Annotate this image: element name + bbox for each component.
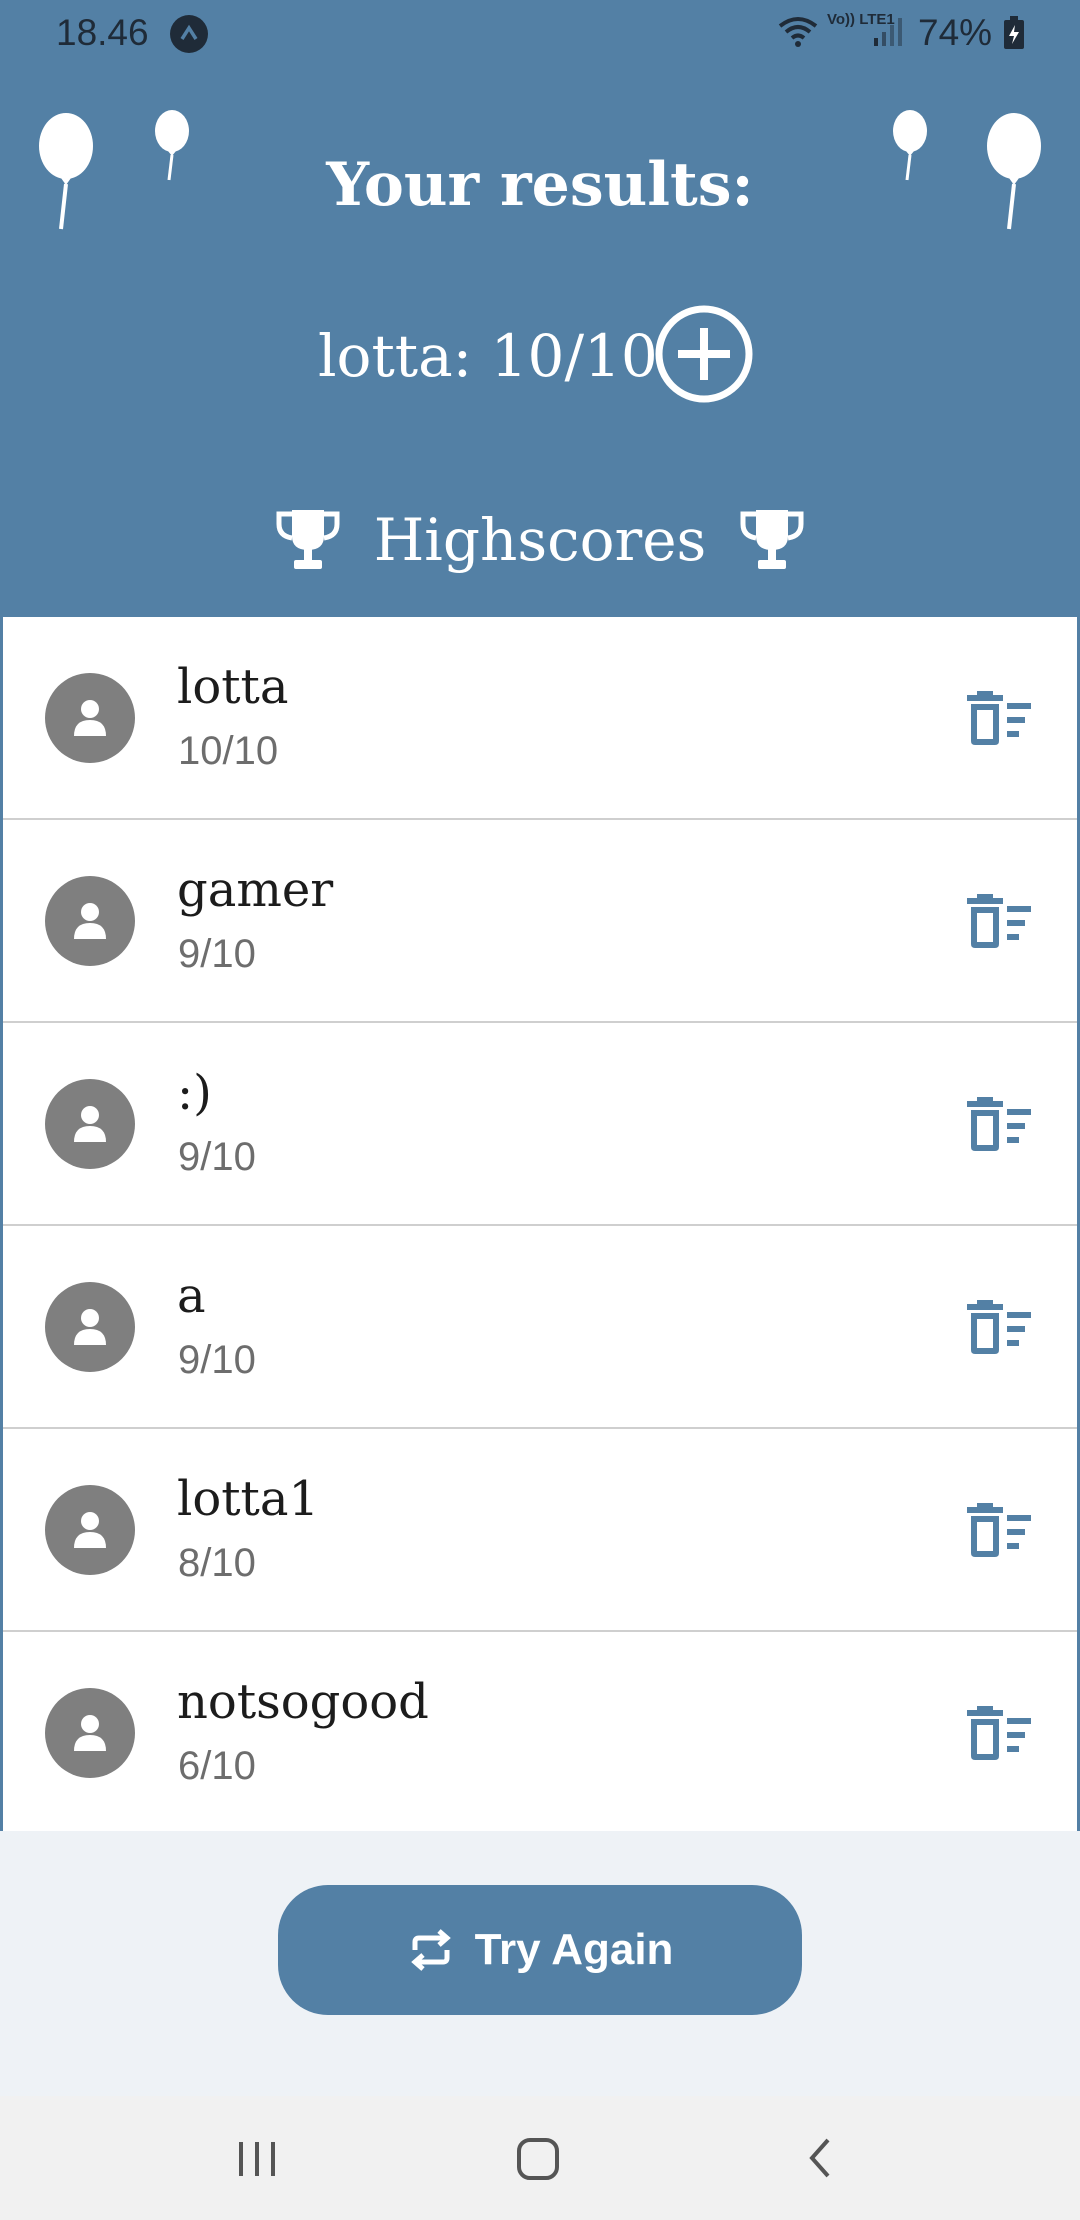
player-name: lotta — [177, 659, 289, 715]
player-name: a — [177, 1268, 206, 1324]
signal-icon — [874, 18, 902, 46]
app-notification-icon — [170, 15, 208, 53]
battery-charging-icon — [1004, 16, 1024, 49]
delete-sweep-icon[interactable] — [965, 1097, 1033, 1153]
recent-apps-icon[interactable] — [234, 2134, 280, 2182]
player-score: 6/10 — [178, 1744, 256, 1788]
highscore-list[interactable]: lotta 10/10 gamer 9/10:) 9/10 a 9/10 lotta1 8/10… — [0, 617, 1080, 1831]
battery-percent: 74% — [918, 12, 993, 53]
delete-sweep-icon[interactable] — [965, 1300, 1033, 1356]
avatar — [45, 1282, 135, 1372]
player-name: notsogood — [177, 1674, 429, 1730]
person-icon — [74, 1715, 106, 1751]
delete-sweep-icon[interactable] — [965, 1503, 1033, 1559]
plus-circle-icon[interactable] — [654, 304, 754, 404]
results-title: Your results: — [326, 150, 754, 220]
list-item: notsogood 6/10 — [3, 1632, 1077, 1831]
player-score: 9/10 — [178, 1135, 256, 1179]
list-item: :) 9/10 — [3, 1023, 1077, 1226]
person-icon — [74, 1309, 106, 1345]
highscores-label: Highscores — [373, 506, 707, 574]
home-icon[interactable] — [514, 2134, 562, 2182]
wifi-icon — [778, 17, 818, 47]
try-again-label: Try Again — [474, 1925, 674, 1974]
status-time: 18.46 — [56, 12, 149, 53]
player-name: gamer — [177, 862, 334, 918]
player-score: 10/10 — [178, 729, 279, 773]
repeat-icon — [410, 1929, 451, 1971]
player-score: 8/10 — [178, 1541, 256, 1585]
results-header: 18.46 Vo)) LTE1 74% Your results: lotta:… — [0, 0, 1080, 617]
avatar — [45, 673, 135, 763]
avatar — [45, 1485, 135, 1575]
player-score: 9/10 — [178, 932, 256, 976]
person-icon — [74, 1106, 106, 1142]
player-score: 9/10 — [178, 1338, 256, 1382]
list-item: a 9/10 — [3, 1226, 1077, 1429]
list-item: lotta 10/10 — [3, 617, 1077, 820]
person-icon — [74, 1512, 106, 1548]
list-item: lotta1 8/10 — [3, 1429, 1077, 1632]
trophy-icon — [276, 510, 340, 569]
back-icon[interactable] — [800, 2134, 840, 2182]
try-again-button[interactable]: Try Again — [278, 1885, 802, 2015]
trophy-icon — [740, 510, 804, 569]
avatar — [45, 876, 135, 966]
delete-sweep-icon[interactable] — [965, 894, 1033, 950]
delete-sweep-icon[interactable] — [965, 1706, 1033, 1762]
highscores-heading: Highscores — [0, 500, 1080, 580]
player-name: lotta1 — [177, 1471, 319, 1527]
status-bar: 18.46 Vo)) LTE1 74% — [0, 0, 1080, 66]
player-name: :) — [177, 1065, 212, 1121]
delete-sweep-icon[interactable] — [965, 691, 1033, 747]
list-item: gamer 9/10 — [3, 820, 1077, 1023]
avatar — [45, 1079, 135, 1169]
current-score: lotta: 10/10 — [318, 322, 658, 390]
navigation-bar — [0, 2096, 1080, 2220]
person-icon — [74, 700, 106, 736]
person-icon — [74, 903, 106, 939]
avatar — [45, 1688, 135, 1778]
